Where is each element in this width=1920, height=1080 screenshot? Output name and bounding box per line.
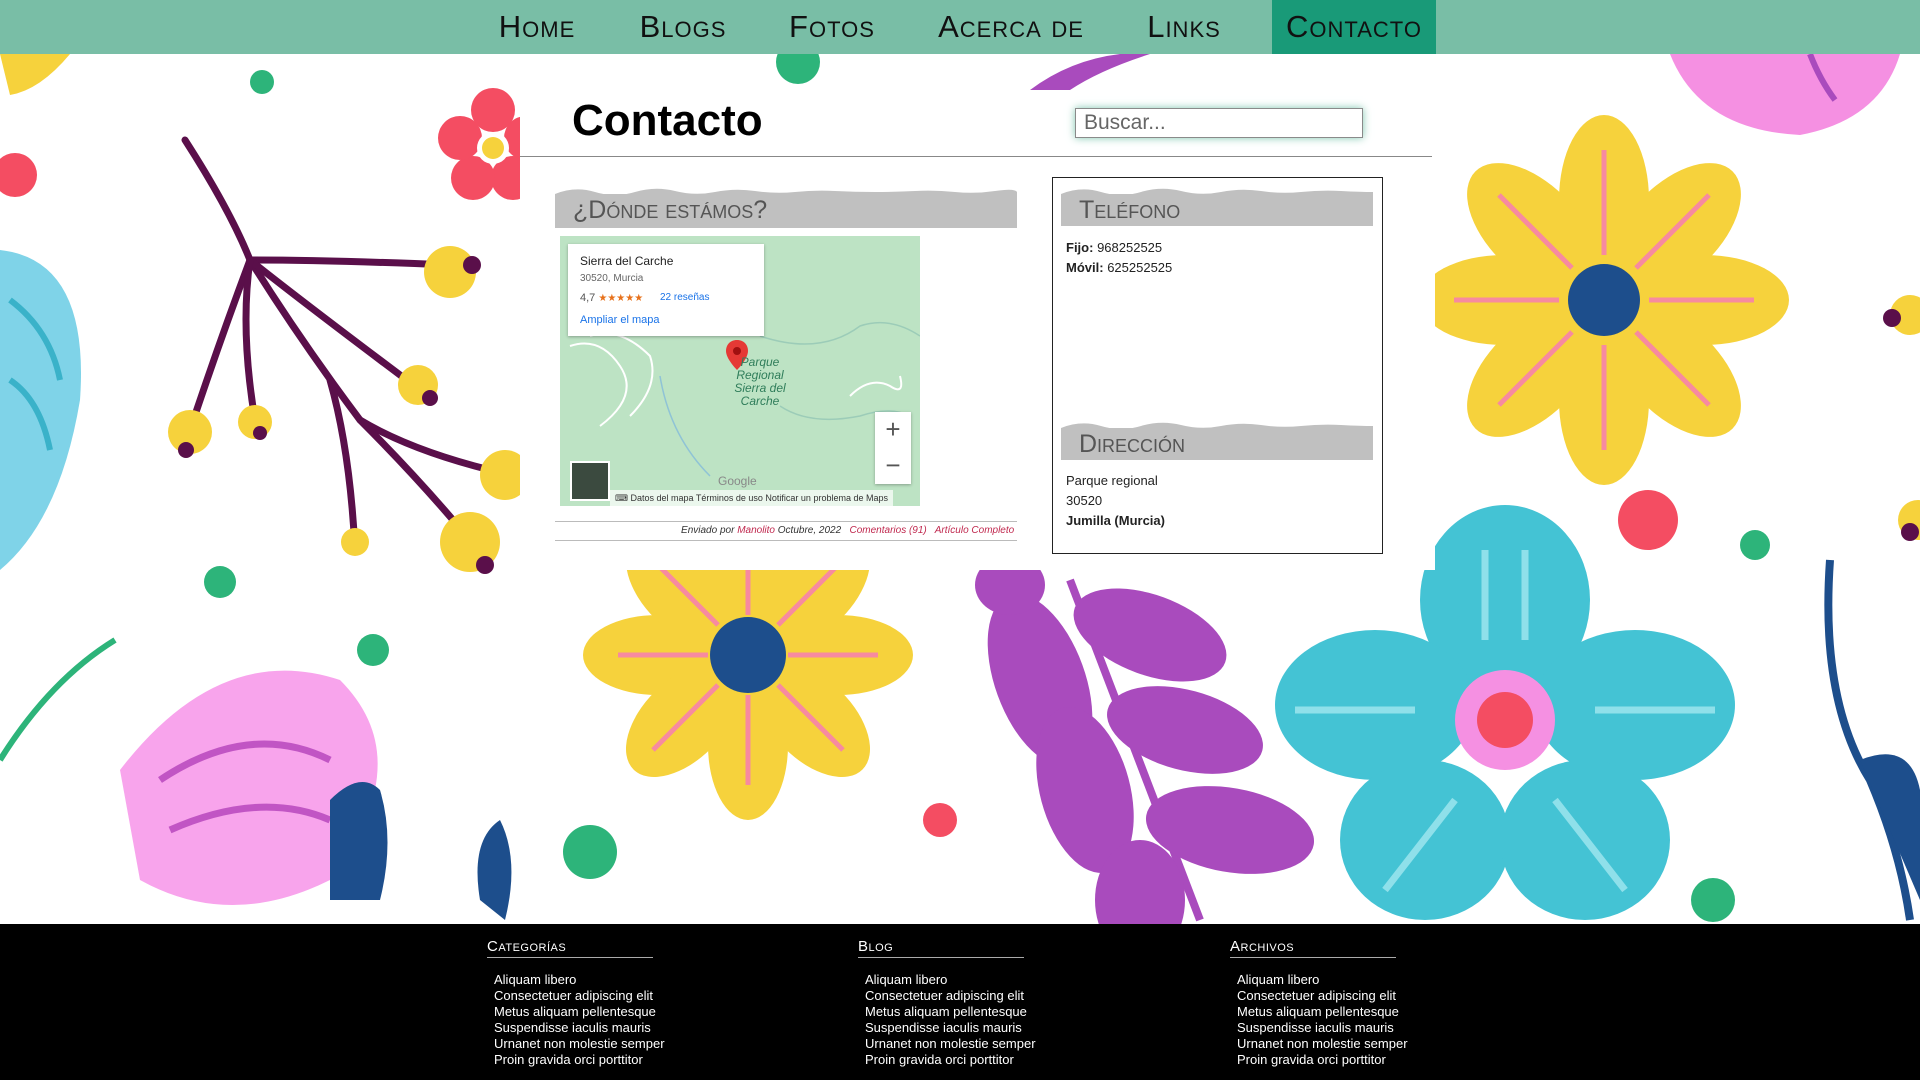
map-footer-links: ⌨ Datos del mapa Términos de uso Notific… xyxy=(610,490,893,506)
footer-link[interactable]: Aliquam libero xyxy=(1237,972,1490,988)
posted-by-prefix: Enviado por xyxy=(681,525,735,536)
phone-heading-text: Teléfono xyxy=(1079,196,1181,224)
comments-link[interactable]: Comentarios (91) xyxy=(850,525,927,536)
star-icon: ★★★★★ xyxy=(598,293,644,304)
nav-item-links[interactable]: Links xyxy=(1134,0,1234,54)
where-section: ¿Dónde estámos? Sierra del Carche 30520,… xyxy=(555,186,1017,541)
footer-link[interactable]: Urnanet non molestie semper xyxy=(865,1036,1118,1052)
footer-link[interactable]: Suspendisse iaculis mauris xyxy=(494,1020,747,1036)
footer-column-blog: Blog Aliquam libero Consectetuer adipisc… xyxy=(858,938,1118,1068)
phone-details: Fijo: 968252525 Móvil: 625252525 xyxy=(1066,238,1172,278)
where-heading-text: ¿Dónde estámos? xyxy=(573,196,768,224)
map-place-address: 30520, Murcia xyxy=(580,273,644,284)
phone-heading: Teléfono xyxy=(1061,186,1373,226)
address-line-2: 30520 xyxy=(1066,493,1103,508)
fixed-phone-label: Fijo: xyxy=(1066,240,1094,255)
footer-heading: Blog xyxy=(858,938,1024,958)
where-heading: ¿Dónde estámos? xyxy=(555,186,1017,228)
top-nav: Home Blogs Fotos Acerca de Links Contact… xyxy=(0,0,1920,54)
footer-link[interactable]: Urnanet non molestie semper xyxy=(494,1036,747,1052)
post-date: Octubre, 2022 xyxy=(777,525,842,536)
footer-heading: Categorías xyxy=(487,938,653,958)
keyboard-icon[interactable]: ⌨ xyxy=(615,493,628,503)
google-logo: Google xyxy=(718,474,757,488)
footer-link[interactable]: Suspendisse iaculis mauris xyxy=(1237,1020,1490,1036)
footer-link[interactable]: Consectetuer adipiscing elit xyxy=(1237,988,1490,1004)
nav-item-acerca-de[interactable]: Acerca de xyxy=(930,0,1092,54)
footer-link[interactable]: Consectetuer adipiscing elit xyxy=(865,988,1118,1004)
page-title: Contacto xyxy=(572,96,763,145)
map-rating: 4,7 ★★★★★ xyxy=(580,292,643,304)
fixed-phone-value: 968252525 xyxy=(1097,240,1163,255)
embedded-map[interactable]: Sierra del Carche 30520, Murcia 4,7 ★★★★… xyxy=(560,236,920,506)
address-line-1: Parque regional xyxy=(1066,473,1158,488)
nav-item-home[interactable]: Home xyxy=(478,0,596,54)
satellite-toggle-thumbnail[interactable] xyxy=(570,461,610,501)
site-footer: Categorías Aliquam libero Consectetuer a… xyxy=(0,924,1920,1080)
footer-link[interactable]: Proin gravida orci porttitor xyxy=(865,1052,1118,1068)
nav-item-blogs[interactable]: Blogs xyxy=(628,0,738,54)
full-article-link[interactable]: Artículo Completo xyxy=(935,525,1014,536)
footer-link[interactable]: Proin gravida orci porttitor xyxy=(494,1052,747,1068)
footer-link[interactable]: Metus aliquam pellentesque xyxy=(865,1004,1118,1020)
contact-info-box: Teléfono Fijo: 968252525 Móvil: 62525252… xyxy=(1052,177,1383,554)
footer-link[interactable]: Metus aliquam pellentesque xyxy=(1237,1004,1490,1020)
map-place-name: Sierra del Carche xyxy=(580,254,674,268)
author-link[interactable]: Manolito xyxy=(737,525,775,536)
footer-link[interactable]: Metus aliquam pellentesque xyxy=(494,1004,747,1020)
map-place-card: Sierra del Carche 30520, Murcia 4,7 ★★★★… xyxy=(568,244,764,336)
footer-link[interactable]: Consectetuer adipiscing elit xyxy=(494,988,747,1004)
mobile-phone-label: Móvil: xyxy=(1066,260,1104,275)
map-zoom-controls: + − xyxy=(875,412,911,484)
footer-column-categorias: Categorías Aliquam libero Consectetuer a… xyxy=(487,938,747,1068)
address-details: Parque regional 30520 Jumilla (Murcia) xyxy=(1066,471,1165,531)
footer-link[interactable]: Urnanet non molestie semper xyxy=(1237,1036,1490,1052)
nav-item-contacto[interactable]: Contacto xyxy=(1272,0,1436,54)
zoom-in-button[interactable]: + xyxy=(875,412,911,448)
title-divider xyxy=(520,156,1432,157)
mobile-phone-value: 625252525 xyxy=(1107,260,1173,275)
address-heading: Dirección xyxy=(1061,420,1373,460)
map-pin-label: Parque Regional Sierra del Carche xyxy=(734,355,786,408)
zoom-out-button[interactable]: − xyxy=(875,448,911,484)
map-rating-value: 4,7 xyxy=(580,292,596,304)
main-content: Contacto ¿Dónde estámos? Sierra del Carc… xyxy=(520,90,1435,570)
map-footer-text[interactable]: Datos del mapa Términos de uso Notificar… xyxy=(631,493,888,503)
footer-link[interactable]: Aliquam libero xyxy=(865,972,1118,988)
footer-link[interactable]: Aliquam libero xyxy=(494,972,747,988)
search-input[interactable] xyxy=(1075,108,1363,138)
footer-heading: Archivos xyxy=(1230,938,1396,958)
map-enlarge-link[interactable]: Ampliar el mapa xyxy=(580,314,659,326)
nav-item-fotos[interactable]: Fotos xyxy=(776,0,888,54)
footer-column-archivos: Archivos Aliquam libero Consectetuer adi… xyxy=(1230,938,1490,1068)
footer-link[interactable]: Suspendisse iaculis mauris xyxy=(865,1020,1118,1036)
address-line-3: Jumilla (Murcia) xyxy=(1066,513,1165,528)
map-reviews-link[interactable]: 22 reseñas xyxy=(660,292,709,303)
address-heading-text: Dirección xyxy=(1079,430,1186,458)
footer-link[interactable]: Proin gravida orci porttitor xyxy=(1237,1052,1490,1068)
post-meta: Enviado por Manolito Octubre, 2022 Comen… xyxy=(555,521,1017,541)
